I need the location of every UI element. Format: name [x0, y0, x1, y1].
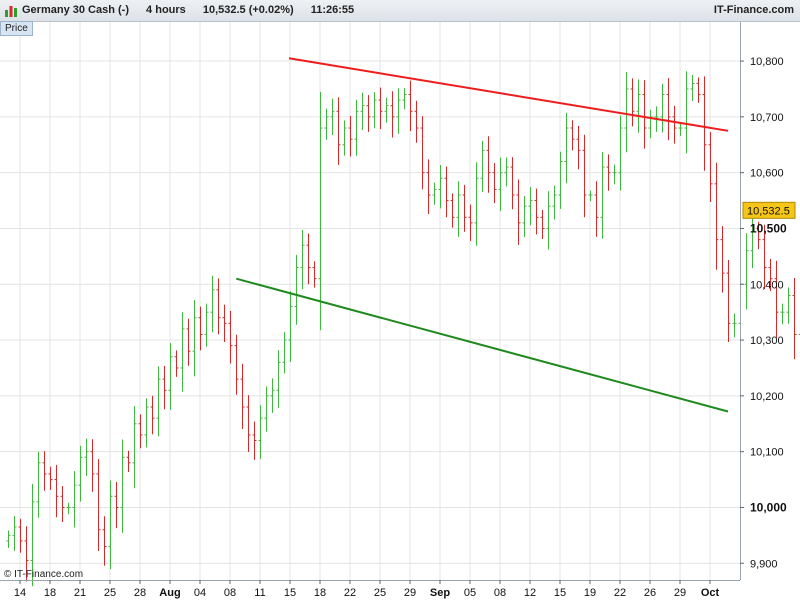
- time-tick-label: 18: [314, 587, 326, 599]
- instrument-name: Germany 30 Cash (-): [22, 4, 129, 16]
- last-price-label: 10,532.5: [747, 205, 790, 217]
- time-tick-label: 08: [224, 587, 236, 599]
- time-tick-label: Oct: [701, 587, 720, 599]
- price-bar: [792, 278, 797, 360]
- price-bar: [780, 303, 785, 325]
- time-tick-label: 22: [614, 587, 626, 599]
- time-tick-label: 28: [134, 587, 146, 599]
- time-axis: 14 18 21 25 28 Aug 04 08 11 15 18 22 25 29 Sep 05 08 12 15…: [0, 580, 740, 599]
- price-bar: [786, 287, 791, 324]
- price-axis: 9,900 10,000 10,100 10,200 10,300 10,400 10,50…: [740, 22, 796, 580]
- time-tick-label: 29: [404, 587, 416, 599]
- time-tick-label: 11: [254, 587, 265, 599]
- time-tick-label: Sep: [430, 587, 450, 599]
- time-tick-label: 15: [284, 587, 296, 599]
- copyright: © IT-Finance.com: [4, 569, 84, 580]
- timeframe: 4 hours: [146, 4, 186, 16]
- time-tick-label: 26: [644, 587, 656, 599]
- price-tick-label: 10,300: [750, 335, 784, 347]
- price-bar: [744, 233, 749, 310]
- price-tick-label: 10,100: [750, 447, 784, 459]
- time-tick-label: 08: [494, 587, 506, 599]
- price-tick-label: 10,400: [750, 279, 784, 291]
- price-tick-label: 9,900: [750, 558, 778, 570]
- price-chart[interactable]: 9,900 10,000 10,100 10,200 10,300 10,400 10,50…: [0, 0, 800, 600]
- quote: 10,532.5 (+0.02%): [202, 4, 294, 16]
- time-tick-label: Aug: [159, 587, 180, 599]
- brand-name[interactable]: IT-Finance.com: [714, 4, 794, 16]
- timestamp: 11:26:55: [310, 4, 355, 16]
- time-tick-label: 18: [44, 587, 56, 599]
- chart-title-bar: Germany 30 Cash (-) 4 hours 10,532.5 (+0…: [0, 0, 800, 22]
- price-tick-label: 10,800: [750, 56, 784, 68]
- price-tab[interactable]: Price: [0, 21, 33, 36]
- time-tick-label: 22: [344, 587, 356, 599]
- time-tick-label: 21: [74, 587, 86, 599]
- time-tick-label: 04: [194, 587, 206, 599]
- price-tick-label: 10,700: [750, 112, 784, 124]
- time-tick-label: 05: [464, 587, 476, 599]
- price-bar: [774, 260, 779, 338]
- price-tick-label: 10,200: [750, 391, 784, 403]
- chart-icon: [5, 6, 17, 17]
- time-tick-label: 14: [14, 587, 26, 599]
- price-tick-label: 10,600: [750, 168, 784, 180]
- time-tick-label: 29: [674, 587, 686, 599]
- price-tick-label: 10,000: [750, 500, 787, 514]
- time-tick-label: 15: [554, 587, 566, 599]
- chart-title: Germany 30 Cash (-) 4 hours 10,532.5 (+0…: [22, 4, 368, 16]
- time-tick-label: 25: [374, 587, 386, 599]
- time-tick-label: 12: [524, 587, 536, 599]
- price-tick-label: 10,500: [750, 221, 787, 235]
- time-tick-label: 25: [104, 587, 116, 599]
- time-tick-label: 19: [584, 587, 596, 599]
